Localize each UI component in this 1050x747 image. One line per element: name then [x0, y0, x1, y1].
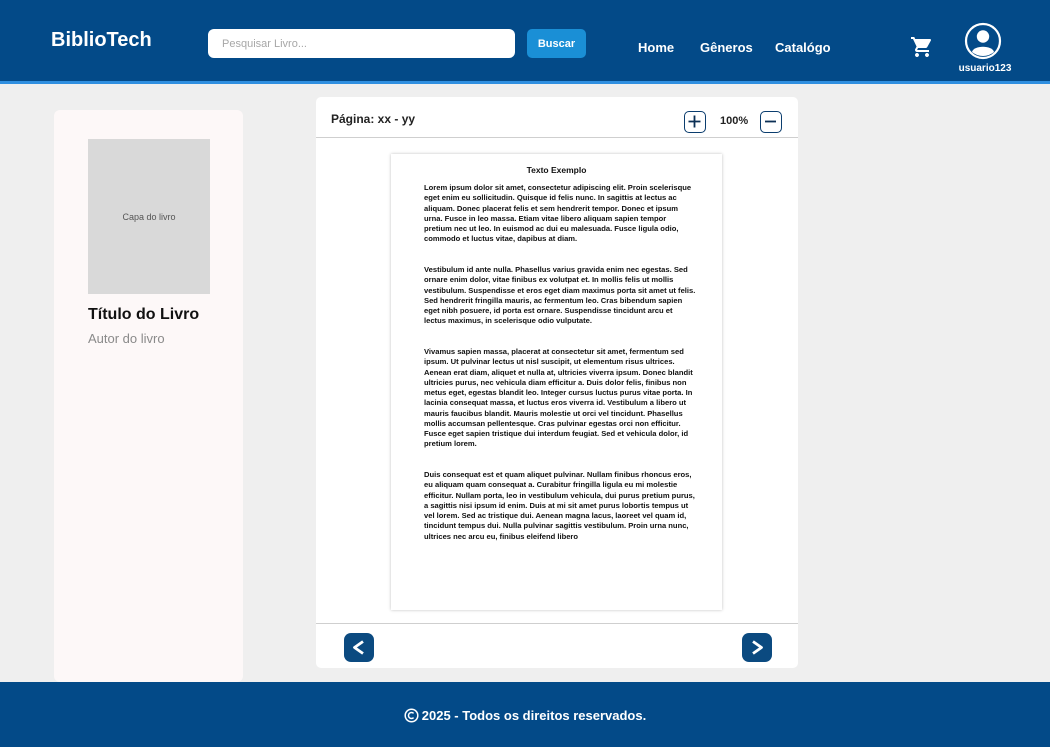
nav-catalog[interactable]: Catalógo [775, 40, 831, 55]
username-label: usuario123 [958, 63, 1012, 74]
book-author: Autor do livro [88, 331, 165, 346]
page-body: Lorem ipsum dolor sit amet, consectetur … [424, 183, 696, 562]
page-paragraph: Vestibulum id ante nulla. Phasellus vari… [424, 265, 696, 326]
search-input[interactable] [208, 29, 515, 58]
plus-icon [688, 115, 701, 128]
page-heading: Texto Exemplo [526, 165, 587, 175]
zoom-out-button[interactable] [760, 111, 782, 133]
top-header: BiblioTech Buscar Home Gêneros Catalógo … [0, 0, 1050, 84]
nav-home[interactable]: Home [638, 40, 674, 55]
page-indicator: Página: xx - yy [331, 112, 416, 126]
copyright-icon [404, 708, 419, 723]
footer-text: 2025 - Todos os direitos reservados. [421, 708, 647, 723]
zoom-level: 100% [720, 115, 749, 127]
page-paragraph: Vivamus sapien massa, placerat at consec… [424, 347, 693, 449]
page-footer: 2025 - Todos os direitos reservados. [0, 682, 1050, 747]
search-button[interactable]: Buscar [527, 29, 586, 58]
book-cover-label: Capa do livro [122, 211, 176, 222]
nav-genres[interactable]: Gêneros [700, 40, 753, 55]
zoom-in-button[interactable] [684, 111, 706, 133]
cart-icon[interactable] [909, 35, 935, 59]
book-info-panel: Capa do livro Título do Livro Autor do l… [54, 110, 243, 682]
book-reader: Página: xx - yy 100% Texto Exemplo Lorem… [316, 97, 798, 668]
brand-logo[interactable]: BiblioTech [51, 29, 152, 52]
previous-page-button[interactable] [344, 633, 374, 662]
user-avatar-icon[interactable] [964, 22, 1002, 60]
book-title: Título do Livro [88, 306, 200, 323]
page-paragraph: Lorem ipsum dolor sit amet, consectetur … [424, 183, 692, 244]
chevron-right-icon [752, 640, 763, 655]
reader-pagination [316, 623, 798, 668]
book-cover: Capa do livro [88, 139, 210, 294]
reader-toolbar: Página: xx - yy 100% [316, 97, 798, 138]
minus-icon [765, 120, 776, 123]
book-page: Texto Exemplo Lorem ipsum dolor sit amet… [391, 154, 722, 610]
chevron-left-icon [353, 640, 364, 655]
page-paragraph: Duis consequat est et quam aliquet pulvi… [424, 470, 695, 541]
next-page-button[interactable] [742, 633, 772, 662]
footer-copyright: 2025 - Todos os direitos reservados. [0, 708, 1050, 723]
